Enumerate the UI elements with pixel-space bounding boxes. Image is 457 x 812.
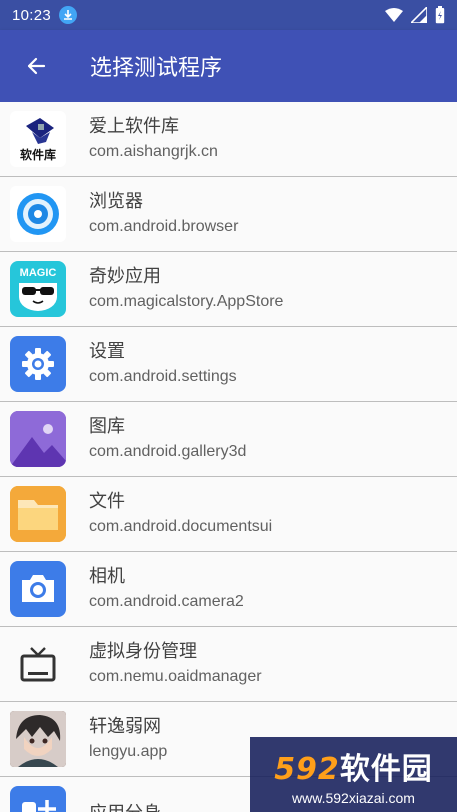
app-package: com.magicalstory.AppStore: [89, 293, 284, 310]
app-name: 轩逸弱网: [89, 716, 161, 737]
page-title: 选择测试程序: [90, 56, 223, 81]
list-item-gallery[interactable]: 图库 com.android.gallery3d: [0, 402, 457, 477]
aishang-logo-text: 软件库: [19, 148, 56, 162]
tv-icon: [10, 636, 66, 692]
signal-icon: [411, 7, 427, 23]
back-button[interactable]: [0, 30, 72, 102]
app-name: 爱上软件库: [89, 116, 179, 137]
avatar-icon: [10, 711, 66, 767]
list-item-settings[interactable]: 设置 com.android.settings: [0, 327, 457, 402]
aishang-logo-icon: 软件库: [10, 111, 66, 167]
watermark-brand: 592软件园: [274, 744, 433, 788]
app-name: 虚拟身份管理: [89, 641, 197, 662]
status-time: 10:23: [12, 6, 52, 24]
app-package: com.android.gallery3d: [89, 443, 247, 460]
list-item-browser[interactable]: 浏览器 com.android.browser: [0, 177, 457, 252]
app-name: 设置: [89, 341, 125, 362]
list-item-aishang[interactable]: 软件库 爱上软件库 com.aishangrjk.cn: [0, 102, 457, 177]
magic-app-icon: MAGIC: [10, 261, 66, 317]
app-package: com.nemu.oaidmanager: [89, 668, 262, 685]
list-item-files[interactable]: 文件 com.android.documentsui: [0, 477, 457, 552]
app-name: 图库: [89, 416, 125, 437]
battery-icon: [435, 6, 445, 24]
app-list: 软件库 爱上软件库 com.aishangrjk.cn 浏览器 com.andr…: [0, 102, 457, 812]
arrow-back-icon: [27, 57, 46, 75]
list-item-oaid[interactable]: 虚拟身份管理 com.nemu.oaidmanager: [0, 627, 457, 702]
app-name: 应用分身: [89, 801, 161, 812]
wifi-icon: [385, 8, 403, 22]
watermark-brand-text: 软件园: [339, 751, 433, 787]
app-package: com.android.documentsui: [89, 518, 273, 535]
folder-icon: [10, 486, 66, 542]
list-item-magic[interactable]: MAGIC 奇妙应用 com.magicalstory.AppStore: [0, 252, 457, 327]
watermark-url: www.592xiazai.com: [292, 789, 415, 806]
watermark: 592软件园 www.592xiazai.com: [250, 737, 457, 812]
magic-logo-text: MAGIC: [19, 267, 57, 279]
browser-icon: [10, 186, 66, 242]
download-icon: [59, 6, 78, 24]
app-clone-icon: [10, 786, 66, 812]
app-name: 浏览器: [89, 191, 143, 212]
app-name: 相机: [89, 566, 125, 587]
list-item-camera[interactable]: 相机 com.android.camera2: [0, 552, 457, 627]
app-name: 文件: [89, 491, 125, 512]
app-package: com.android.camera2: [89, 593, 244, 610]
status-bar: 10:23: [0, 0, 457, 30]
settings-gear-icon: [10, 336, 66, 392]
app-package: lengyu.app: [89, 743, 168, 760]
app-bar: 选择测试程序: [0, 30, 457, 102]
gallery-icon: [10, 411, 66, 467]
app-package: com.android.settings: [89, 368, 237, 385]
camera-icon: [10, 561, 66, 617]
app-package: com.aishangrjk.cn: [89, 143, 218, 160]
app-name: 奇妙应用: [89, 266, 161, 287]
app-package: com.android.browser: [89, 218, 239, 235]
watermark-brand-number: 592: [274, 751, 340, 787]
